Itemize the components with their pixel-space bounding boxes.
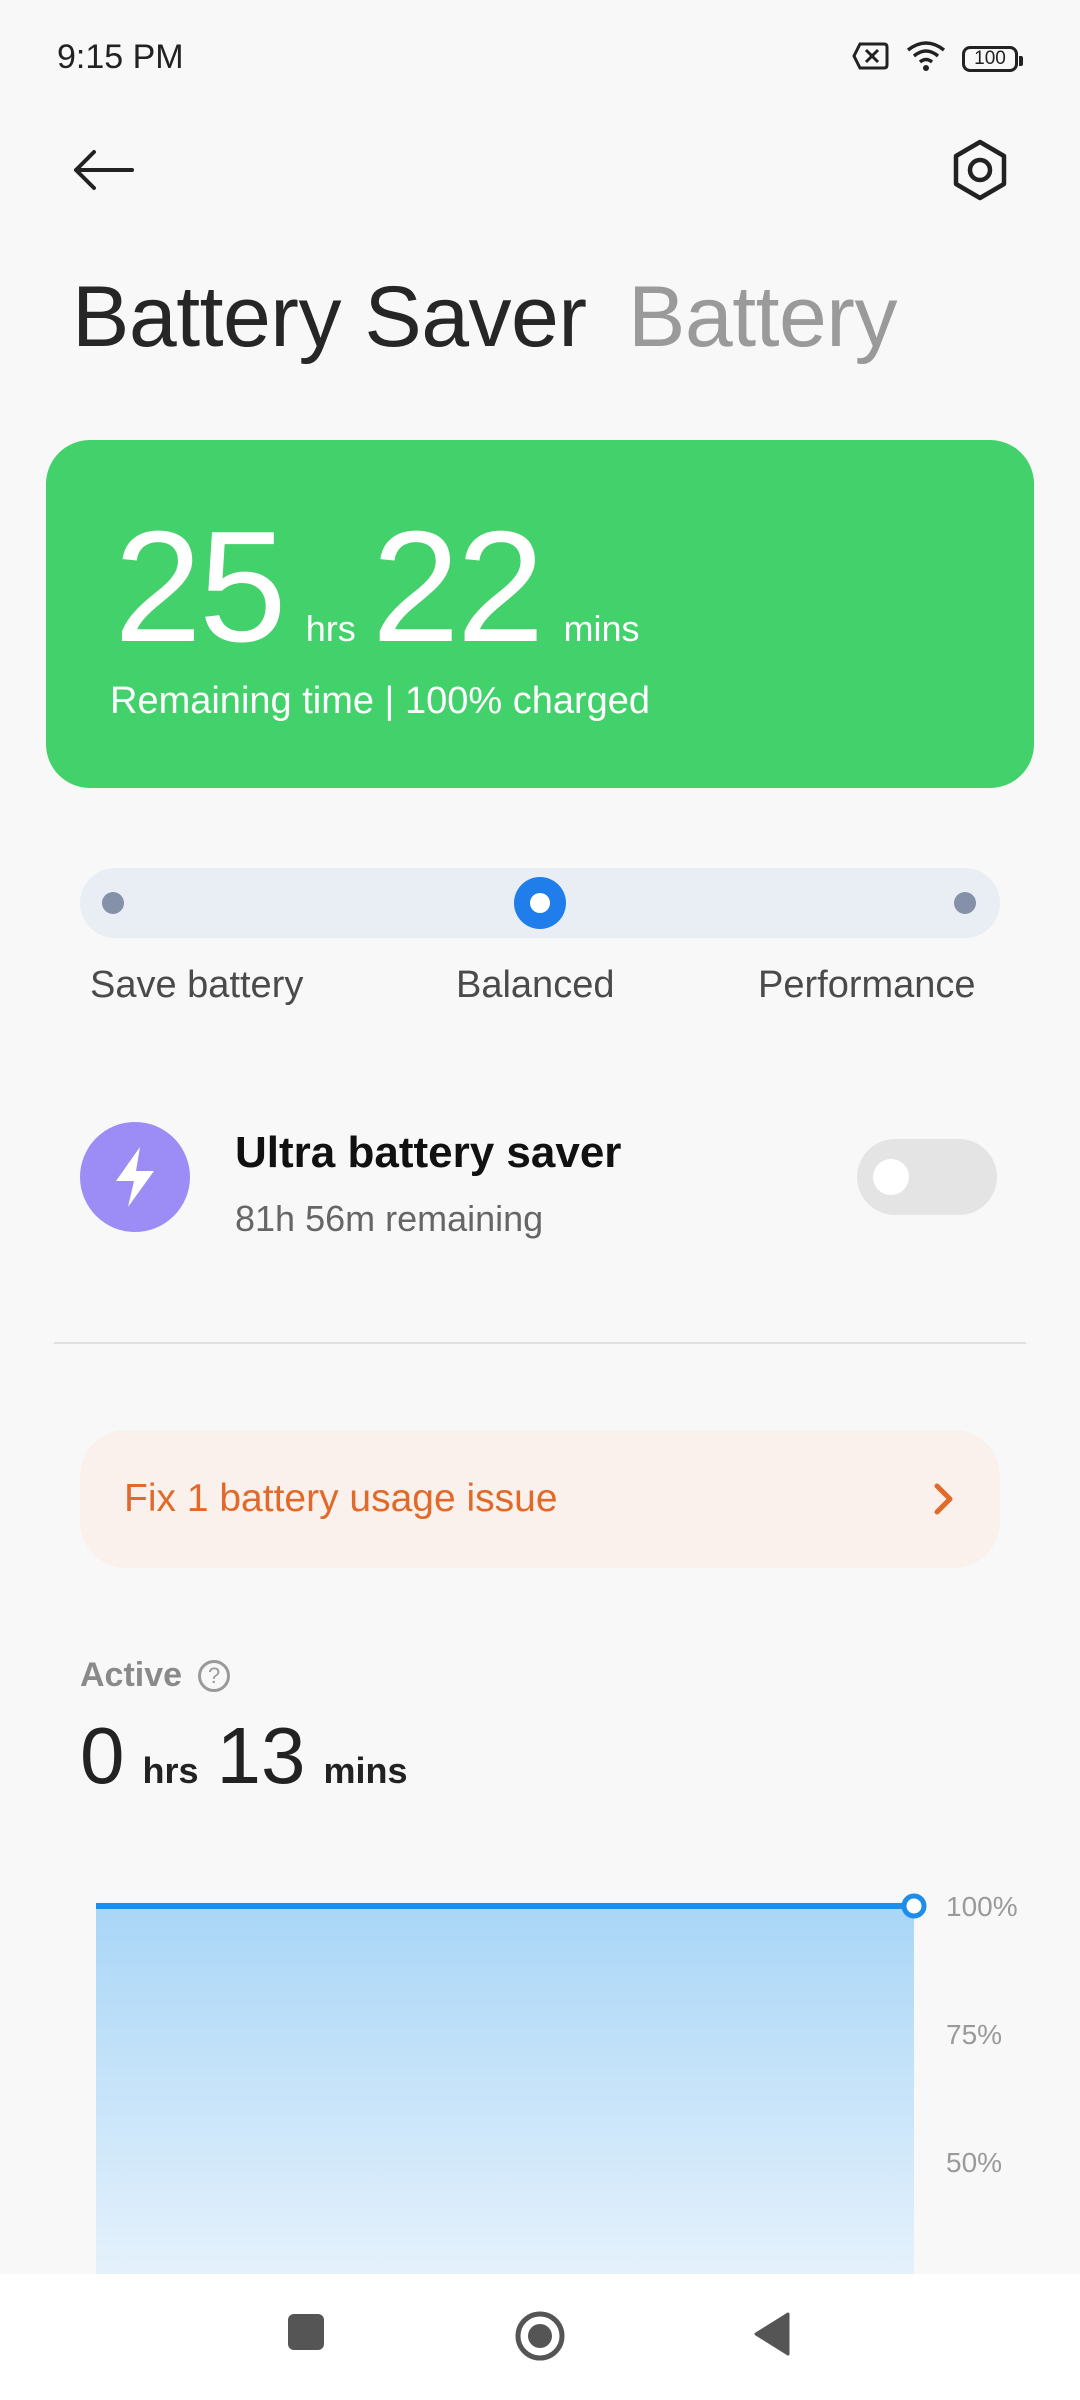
ultra-saver-title: Ultra battery saver (235, 1128, 622, 1177)
square-icon (288, 2314, 324, 2350)
chevron-right-icon (934, 1483, 953, 1515)
wifi-icon (906, 40, 946, 77)
y-tick-label: 75% (946, 2019, 1002, 2050)
sim-off-icon (852, 41, 890, 76)
tab-battery[interactable]: Battery (628, 268, 897, 367)
active-hours: 0 (80, 1711, 125, 1800)
tab-battery-saver[interactable]: Battery Saver (72, 268, 587, 367)
gear-icon (953, 139, 1007, 201)
mode-label-performance[interactable]: Performance (758, 964, 976, 1007)
status-time: 9:15 PM (57, 38, 184, 76)
active-label: Active ? (80, 1656, 231, 1695)
home-button[interactable] (514, 2310, 566, 2367)
mode-label-balanced[interactable]: Balanced (456, 964, 614, 1007)
y-tick-label: 100% (946, 1891, 1018, 1922)
battery-status-icon: 100 (962, 45, 1023, 72)
fix-issue-label: Fix 1 battery usage issue (124, 1477, 558, 1520)
minutes-unit: mins (563, 608, 640, 649)
y-tick-label: 50% (946, 2147, 1002, 2178)
bolt-icon (80, 1122, 190, 1232)
battery-level-chart: 100% 75% 50% (80, 1880, 1040, 2280)
mode-dot-performance[interactable] (954, 892, 976, 914)
battery-area (96, 1906, 914, 2280)
battery-endpoint (901, 1893, 927, 1919)
triangle-back-icon (754, 2312, 790, 2356)
toggle-knob (873, 1159, 909, 1195)
back-button[interactable] (72, 140, 152, 200)
active-hours-unit: hrs (142, 1750, 199, 1791)
minutes-value: 22 (371, 499, 545, 675)
mode-dot-save[interactable] (102, 892, 124, 914)
back-nav-button[interactable] (752, 2310, 792, 2363)
mode-slider[interactable] (80, 868, 1000, 938)
remaining-time: 25 hrs 22 mins (114, 508, 640, 666)
recents-button[interactable] (286, 2312, 326, 2357)
help-icon[interactable]: ? (198, 1659, 231, 1692)
status-icons: 100 (852, 40, 1023, 77)
remaining-subtitle: Remaining time | 100% charged (110, 680, 651, 722)
active-minutes: 13 (216, 1711, 306, 1800)
active-label-text: Active (80, 1656, 183, 1694)
ultra-saver-toggle[interactable] (857, 1139, 997, 1215)
settings-button[interactable] (948, 138, 1012, 202)
chart-svg: 100% 75% 50% (96, 1891, 1018, 2280)
mode-label-save[interactable]: Save battery (90, 964, 303, 1007)
active-time: 0 hrs 13 mins (80, 1710, 408, 1802)
arrow-left-icon (74, 150, 134, 190)
ultra-saver-remaining: 81h 56m remaining (235, 1198, 544, 1239)
home-circle-icon (515, 2311, 565, 2361)
active-minutes-unit: mins (323, 1750, 408, 1791)
navigation-bar (0, 2274, 1080, 2400)
fix-issue-button[interactable]: Fix 1 battery usage issue (80, 1430, 1000, 1568)
remaining-time-card: 25 hrs 22 mins Remaining time | 100% cha… (46, 440, 1034, 788)
mode-dot-balanced[interactable] (514, 877, 566, 929)
divider (54, 1342, 1026, 1344)
hours-unit: hrs (305, 608, 356, 649)
hours-value: 25 (114, 499, 287, 675)
